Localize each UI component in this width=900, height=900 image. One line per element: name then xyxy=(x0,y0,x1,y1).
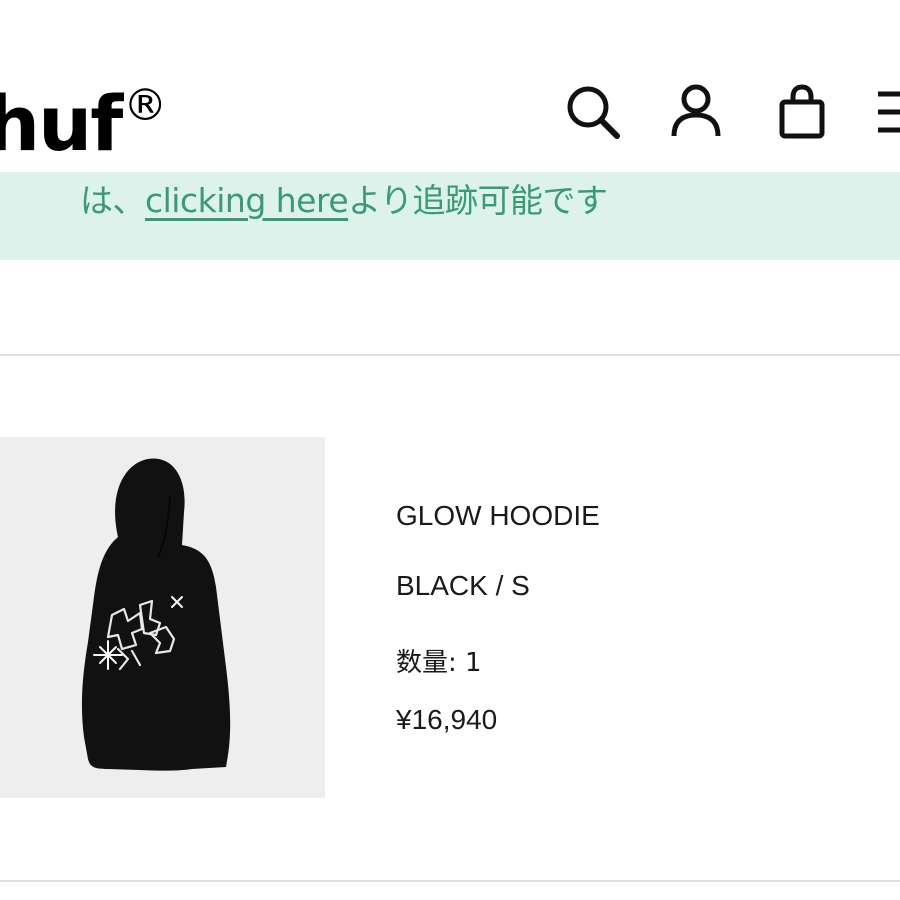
search-icon[interactable] xyxy=(562,82,622,142)
item-variant: BLACK / S xyxy=(396,570,530,601)
section-divider-top xyxy=(0,354,900,356)
registered-mark: ® xyxy=(123,80,167,131)
tracking-message: は、clicking hereより追跡可能です xyxy=(80,176,608,226)
cart-bag-icon[interactable] xyxy=(772,82,832,142)
hoodie-illustration xyxy=(81,458,231,771)
section-divider-bottom xyxy=(0,880,900,882)
menu-icon[interactable] xyxy=(874,82,900,142)
site-header: huf® xyxy=(0,0,900,172)
brand-logo[interactable]: huf® xyxy=(0,66,167,164)
tracking-link[interactable]: clicking here xyxy=(145,181,349,220)
item-price: ¥16,940 xyxy=(396,704,498,735)
logo-text: huf xyxy=(0,79,123,168)
tracking-prefix: は、 xyxy=(80,181,146,220)
item-quantity: 数量: 1 xyxy=(396,648,482,678)
product-image[interactable] xyxy=(0,437,325,798)
tracking-suffix: より追跡可能です xyxy=(348,181,608,220)
item-name: GLOW HOODIE xyxy=(396,500,600,531)
account-icon[interactable] xyxy=(666,82,726,142)
